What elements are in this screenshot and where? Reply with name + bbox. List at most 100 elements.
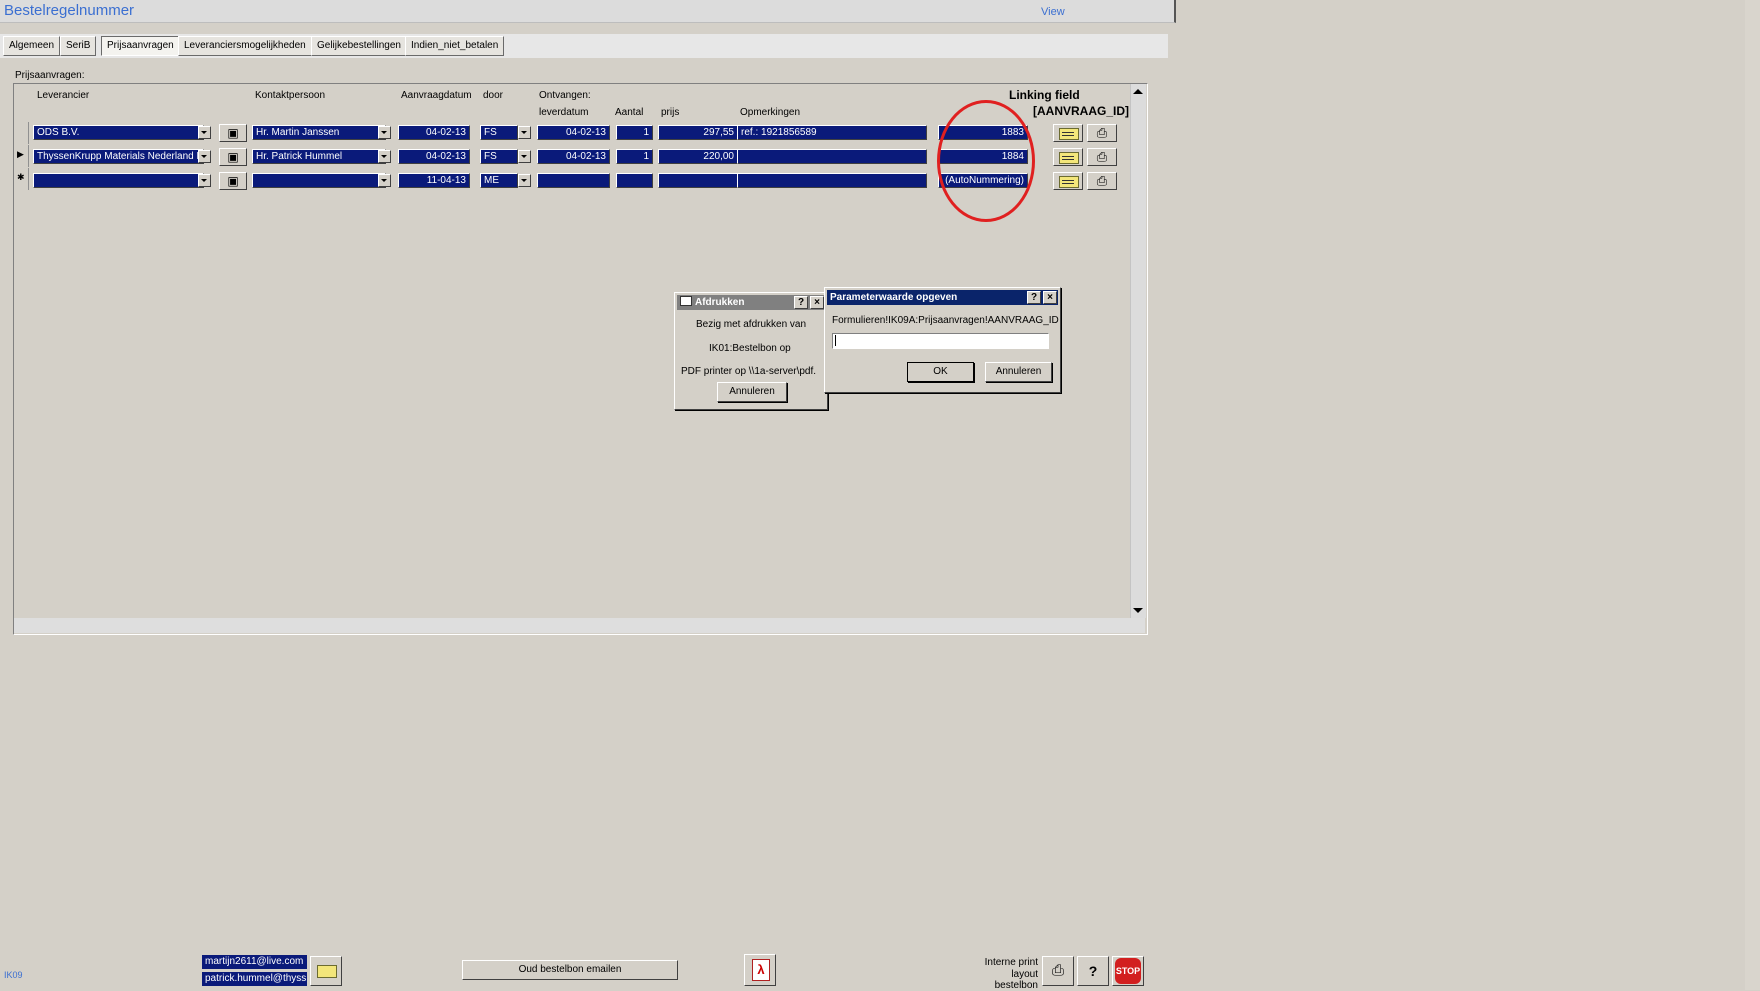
dialog-titlebar: Parameterwaarde opgeven <box>827 290 1058 305</box>
chevron-down-icon[interactable] <box>378 126 391 139</box>
close-icon[interactable]: × <box>1043 291 1057 304</box>
form-title: Bestelregelnummer <box>4 2 135 19</box>
print-status-line2: IK01:Bestelbon op <box>709 343 791 354</box>
door-combo[interactable]: ME <box>480 173 518 188</box>
pdf-button[interactable]: λ <box>744 954 776 986</box>
opmerkingen-field[interactable] <box>737 173 927 188</box>
header-kontaktpersoon: Kontaktpersoon <box>255 90 326 101</box>
scroll-down-icon[interactable] <box>1133 608 1143 613</box>
printer-icon: ⎙ <box>1051 962 1064 979</box>
aantal-field[interactable] <box>616 173 653 188</box>
print-button[interactable]: ⎙ <box>1087 148 1117 166</box>
opmerkingen-field[interactable] <box>737 149 927 164</box>
contact-card-icon[interactable]: ▣ <box>219 172 247 190</box>
aanvraagdatum-field[interactable]: 04-02-13 <box>398 149 470 164</box>
door-combo[interactable]: FS <box>480 149 518 164</box>
oud-bestelbon-emailen-button[interactable]: Oud bestelbon emailen <box>462 960 678 980</box>
leverdatum-field[interactable] <box>537 173 610 188</box>
header-aanvraagdatum: Aanvraagdatum <box>401 90 472 101</box>
print-button[interactable]: ⎙ <box>1087 172 1117 190</box>
chevron-down-icon[interactable] <box>378 174 391 187</box>
stop-sign-icon: STOP <box>1115 958 1141 984</box>
kontaktpersoon-combo[interactable]: Hr. Martin Janssen <box>252 125 386 140</box>
vertical-scrollbar[interactable] <box>1130 84 1146 618</box>
help-button[interactable]: ? <box>1077 956 1109 986</box>
opmerkingen-field[interactable]: ref.: 1921856589 <box>737 125 927 140</box>
view-link[interactable]: View <box>1041 6 1065 18</box>
cancel-button[interactable]: Annuleren <box>985 362 1052 382</box>
aantal-field[interactable]: 1 <box>616 149 653 164</box>
email-button[interactable] <box>1053 172 1083 190</box>
chevron-down-icon[interactable] <box>198 126 211 139</box>
prijs-field[interactable]: 220,00 <box>658 149 738 164</box>
prijs-field[interactable]: 297,55 <box>658 125 738 140</box>
tab-leveranciersmogelijkheden[interactable]: Leveranciersmogelijkheden <box>178 36 312 56</box>
envelope-icon <box>1059 128 1079 140</box>
form-header <box>0 0 1176 23</box>
kontaktpersoon-combo[interactable]: Hr. Patrick Hummel <box>252 149 386 164</box>
annotation-aanvraag-id: [AANVRAAG_ID] <box>1033 104 1129 118</box>
record-selector[interactable] <box>14 122 29 144</box>
aanvraagdatum-field[interactable]: 04-02-13 <box>398 125 470 140</box>
leverancier-combo[interactable]: ODS B.V. <box>33 125 204 140</box>
print-status-line1: Bezig met afdrukken van <box>696 319 807 330</box>
tab-prijsaanvragen[interactable]: Prijsaanvragen <box>101 36 180 56</box>
internal-print-button[interactable]: ⎙ <box>1042 956 1074 986</box>
print-progress-dialog: Afdrukken ? × Bezig met afdrukken van IK… <box>674 292 828 410</box>
printer-icon: ⎙ <box>1096 149 1108 164</box>
header-prijs: prijs <box>661 107 680 118</box>
header-aantal: Aantal <box>615 107 644 118</box>
close-icon[interactable]: × <box>810 296 824 309</box>
chevron-down-icon[interactable] <box>378 150 391 163</box>
chevron-down-icon[interactable] <box>198 150 211 163</box>
help-icon[interactable]: ? <box>1027 291 1041 304</box>
envelope-icon <box>317 965 337 978</box>
tab-gelijkebestellingen[interactable]: Gelijkebestellingen <box>311 36 407 56</box>
aanvraagdatum-field[interactable]: 11-04-13 <box>398 173 470 188</box>
stop-button[interactable]: STOP <box>1112 956 1144 986</box>
printer-icon: ⎙ <box>1096 125 1108 140</box>
leverancier-combo[interactable]: ThyssenKrupp Materials Nederland B <box>33 149 204 164</box>
highlight-circle <box>937 100 1035 222</box>
tab-indien-niet-betalen[interactable]: Indien_niet_betalen <box>405 36 505 56</box>
ok-button[interactable]: OK <box>907 362 974 382</box>
subform-label: Prijsaanvragen: <box>15 70 85 81</box>
header-leverdatum: leverdatum <box>539 107 589 118</box>
send-email-button[interactable] <box>310 956 342 986</box>
aantal-field[interactable]: 1 <box>616 125 653 140</box>
chevron-down-icon[interactable] <box>518 126 531 139</box>
cancel-print-button[interactable]: Annuleren <box>717 382 787 402</box>
record-selector-mark: ✱ <box>17 172 25 182</box>
kontaktpersoon-combo[interactable] <box>252 173 386 188</box>
tab-serib[interactable]: SeriB <box>60 36 97 56</box>
horizontal-scrollbar[interactable] <box>14 618 1145 633</box>
record-selector-mark: ▶ <box>17 149 24 159</box>
leverdatum-field[interactable]: 04-02-13 <box>537 149 610 164</box>
parameter-input[interactable] <box>832 333 1049 349</box>
record-selector[interactable]: ✱ <box>14 168 29 190</box>
contact-card-icon[interactable]: ▣ <box>219 148 247 166</box>
leverancier-combo[interactable] <box>33 173 204 188</box>
print-status-line3: PDF printer op \\1a-server\pdf. <box>681 366 817 377</box>
email-field-1[interactable]: martijn2611@live.com <box>202 955 307 969</box>
email-button[interactable] <box>1053 124 1083 142</box>
contact-card-icon[interactable]: ▣ <box>219 124 247 142</box>
record-selector[interactable]: ▶ <box>14 145 29 167</box>
desktop-edge <box>1745 0 1760 990</box>
leverdatum-field[interactable]: 04-02-13 <box>537 125 610 140</box>
chevron-down-icon[interactable] <box>518 174 531 187</box>
access-app-icon <box>680 296 692 306</box>
email-button[interactable] <box>1053 148 1083 166</box>
print-button[interactable]: ⎙ <box>1087 124 1117 142</box>
chevron-down-icon[interactable] <box>518 150 531 163</box>
internal-print-label-2: layout bestelbon <box>994 969 1038 991</box>
prijs-field[interactable] <box>658 173 738 188</box>
scroll-up-icon[interactable] <box>1133 89 1143 94</box>
help-icon[interactable]: ? <box>794 296 808 309</box>
email-field-2[interactable]: patrick.hummel@thyss <box>202 972 307 986</box>
header-opmerkingen: Opmerkingen <box>740 107 801 118</box>
door-combo[interactable]: FS <box>480 125 518 140</box>
envelope-icon <box>1059 152 1079 164</box>
tab-algemeen[interactable]: Algemeen <box>3 36 61 56</box>
chevron-down-icon[interactable] <box>198 174 211 187</box>
